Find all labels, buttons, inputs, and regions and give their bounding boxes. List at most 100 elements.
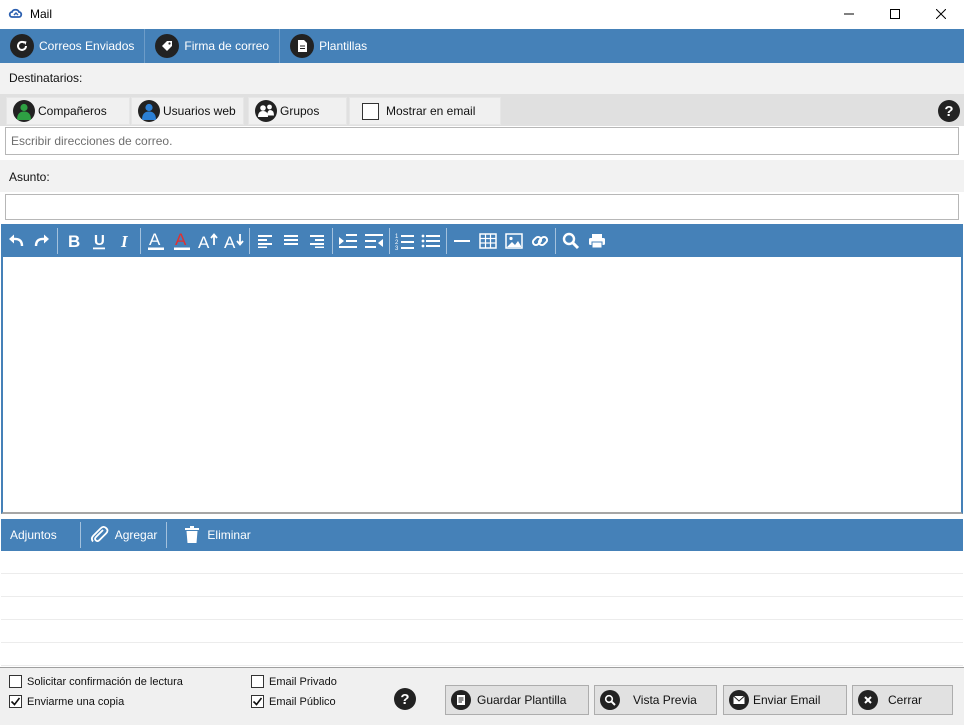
save-template-button[interactable]: Guardar Plantilla [445, 685, 589, 715]
toolbar-separator [140, 227, 141, 254]
signature-label: Firma de correo [184, 39, 270, 53]
undo-button[interactable] [3, 226, 29, 256]
save-template-label: Guardar Plantilla [477, 693, 567, 707]
preview-button[interactable]: Vista Previa [594, 685, 717, 715]
search-icon [562, 232, 580, 249]
send-email-button[interactable]: Enviar Email [723, 685, 847, 715]
private-email-label: Email Privado [269, 675, 337, 688]
subject-input-box [5, 194, 959, 220]
toolbar-separator [555, 227, 556, 254]
svg-text:A: A [224, 233, 236, 250]
send-copy-box[interactable] [9, 695, 22, 708]
bold-button[interactable]: B [60, 226, 86, 256]
list-item[interactable] [1, 620, 963, 643]
recipients-input[interactable] [6, 128, 958, 154]
highlight-color-button[interactable]: A [169, 226, 195, 256]
trash-icon [185, 526, 200, 543]
redo-icon [34, 234, 49, 246]
refresh-icon [10, 34, 34, 58]
close-window-button[interactable] [918, 0, 964, 28]
highlight-color-icon: A [174, 231, 190, 250]
svg-text:A: A [149, 231, 161, 249]
group-icon [255, 100, 277, 122]
read-receipt-box[interactable] [9, 675, 22, 688]
insert-link-button[interactable] [527, 226, 553, 256]
list-item[interactable] [1, 574, 963, 597]
svg-text:3: 3 [395, 246, 399, 250]
sent-mail-button[interactable]: Correos Enviados [0, 29, 146, 63]
svg-text:I: I [120, 232, 129, 250]
font-increase-icon: A [198, 233, 218, 250]
subject-input[interactable] [6, 195, 958, 219]
toolbar-separator [249, 227, 250, 254]
svg-text:A: A [175, 231, 187, 249]
maximize-button[interactable] [872, 0, 918, 28]
ordered-list-button[interactable]: 123 [392, 226, 418, 256]
indent-button[interactable] [335, 226, 361, 256]
editor-toolbar: B U I A A A A 123 [1, 224, 963, 257]
public-email-box[interactable] [251, 695, 264, 708]
ordered-list-icon: 123 [395, 234, 414, 250]
italic-button[interactable]: I [112, 226, 138, 256]
tab-web-users[interactable]: Usuarios web [131, 97, 244, 125]
redo-button[interactable] [29, 226, 55, 256]
outdent-button[interactable] [361, 226, 387, 256]
attachments-list [1, 551, 963, 666]
horizontal-rule-button[interactable] [449, 226, 475, 256]
app-logo-icon [8, 8, 23, 18]
list-item[interactable] [1, 597, 963, 620]
show-in-email-checkbox[interactable]: Mostrar en email [349, 97, 501, 125]
print-button[interactable] [584, 226, 610, 256]
close-label: Cerrar [888, 693, 923, 707]
align-left-icon [258, 234, 272, 248]
help-icon[interactable]: ? [394, 688, 416, 710]
templates-button[interactable]: Plantillas [280, 29, 377, 63]
send-copy-checkbox[interactable]: Enviarme una copia [9, 695, 124, 708]
template-icon [451, 690, 471, 710]
list-item[interactable] [1, 551, 963, 574]
checkmark-icon [10, 697, 21, 706]
svg-text:U: U [94, 232, 105, 249]
message-body-editor[interactable] [1, 257, 963, 514]
private-email-checkbox[interactable]: Email Privado [251, 675, 337, 688]
sent-mail-label: Correos Enviados [39, 39, 135, 53]
list-item[interactable] [1, 643, 963, 666]
font-color-icon: A [148, 231, 164, 250]
align-left-button[interactable] [252, 226, 278, 256]
add-attachment-button[interactable]: Agregar [81, 519, 167, 551]
tab-groups[interactable]: Grupos [248, 97, 347, 125]
decrease-font-button[interactable]: A [221, 226, 247, 256]
minimize-button[interactable] [826, 0, 872, 28]
paperclip-icon [90, 525, 109, 543]
help-icon[interactable]: ? [938, 100, 960, 122]
tab-coworkers[interactable]: Compañeros [6, 97, 130, 125]
toolbar-separator [389, 227, 390, 254]
public-email-checkbox[interactable]: Email Público [251, 695, 336, 708]
recipients-header: Destinatarios: [0, 63, 964, 94]
show-in-email-box[interactable] [362, 102, 379, 120]
increase-font-button[interactable]: A [195, 226, 221, 256]
bullet-list-button[interactable] [418, 226, 444, 256]
insert-table-button[interactable] [475, 226, 501, 256]
horizontal-rule-icon [454, 239, 470, 242]
tab-groups-label: Grupos [280, 104, 320, 118]
search-button[interactable] [558, 226, 584, 256]
insert-image-button[interactable] [501, 226, 527, 256]
underline-icon: U [93, 232, 105, 249]
align-right-icon [310, 234, 324, 248]
toolbar-separator [446, 227, 447, 254]
signature-button[interactable]: Firma de correo [145, 29, 281, 63]
window-title: Mail [30, 7, 53, 21]
remove-attachment-button[interactable]: Eliminar [167, 519, 259, 551]
underline-button[interactable]: U [86, 226, 112, 256]
subject-header: Asunto: [0, 160, 964, 192]
font-color-button[interactable]: A [143, 226, 169, 256]
close-icon [936, 9, 946, 19]
close-button[interactable]: Cerrar [852, 685, 953, 715]
private-email-box[interactable] [251, 675, 264, 688]
align-center-button[interactable] [278, 226, 304, 256]
align-right-button[interactable] [304, 226, 330, 256]
maximize-icon [890, 9, 900, 19]
read-receipt-checkbox[interactable]: Solicitar confirmación de lectura [9, 675, 183, 688]
user-green-icon [13, 100, 35, 122]
